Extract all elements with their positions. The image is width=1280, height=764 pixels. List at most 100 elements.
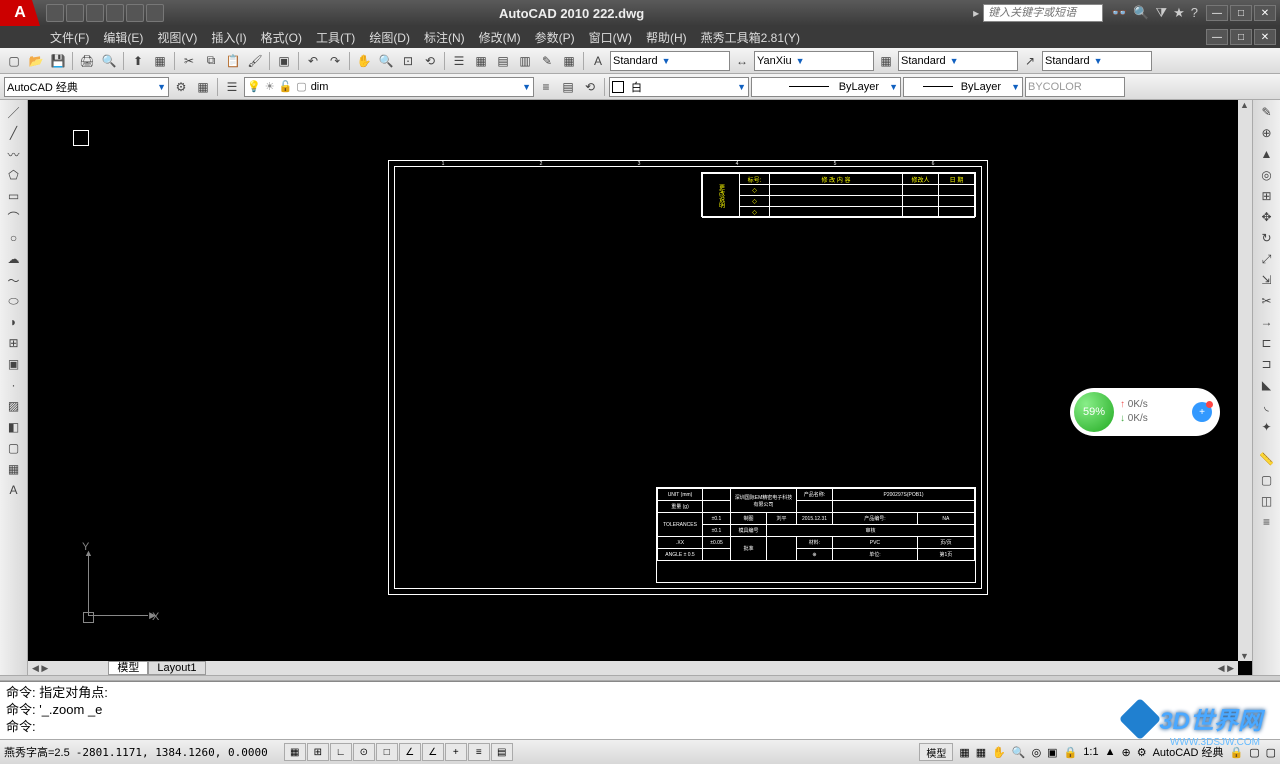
menu-dimension[interactable]: 标注(N)	[424, 29, 465, 46]
my-workspace-icon[interactable]: ▦	[193, 77, 213, 97]
cut-icon[interactable]: ✂	[179, 51, 199, 71]
binoculars-icon[interactable]: 👓	[1111, 5, 1127, 21]
wheel-icon[interactable]: ◎	[1032, 746, 1042, 759]
menu-view[interactable]: 视图(V)	[157, 29, 197, 46]
annoscale-label[interactable]: 1:1	[1083, 746, 1098, 758]
ellipsearc-icon[interactable]: ◗	[3, 312, 25, 332]
menu-window[interactable]: 窗口(W)	[589, 29, 632, 46]
color-dropdown[interactable]: 白▼	[609, 77, 749, 97]
extend-icon[interactable]: →	[1256, 312, 1278, 332]
doc-close-button[interactable]: ✕	[1254, 29, 1276, 45]
mleader-style-dropdown[interactable]: Standard▼	[1042, 51, 1152, 71]
layer-state-icon[interactable]: ≡	[536, 77, 556, 97]
layer-prev-icon[interactable]: ⟲	[580, 77, 600, 97]
menu-modify[interactable]: 修改(M)	[479, 29, 521, 46]
menu-file[interactable]: 文件(F)	[50, 29, 89, 46]
qat-new-icon[interactable]	[46, 4, 64, 22]
dimstyle-icon[interactable]: ↔	[732, 51, 752, 71]
close-button[interactable]: ✕	[1254, 5, 1276, 21]
help-icon[interactable]: ?	[1191, 5, 1198, 21]
annoauto-icon[interactable]: ⊕	[1121, 746, 1130, 759]
pan-icon[interactable]: ✋	[354, 51, 374, 71]
quickcalc-icon[interactable]: ▦	[559, 51, 579, 71]
snap-toggle[interactable]: ▦	[284, 743, 306, 761]
dcenter-icon[interactable]: ▦	[471, 51, 491, 71]
move-icon[interactable]: ✥	[1256, 207, 1278, 227]
insert-icon[interactable]: ⊞	[3, 333, 25, 353]
network-monitor-widget[interactable]: 59% ↑ 0K/s ↓ 0K/s +	[1070, 388, 1220, 436]
rotate-icon[interactable]: ↻	[1256, 228, 1278, 248]
zoom-prev-icon[interactable]: ⟲	[420, 51, 440, 71]
erase-icon[interactable]: ✎	[1256, 102, 1278, 122]
spline-icon[interactable]: 〜	[3, 270, 25, 290]
workspace-settings-icon[interactable]: ⚙	[171, 77, 191, 97]
mirror-icon[interactable]: ▲	[1256, 144, 1278, 164]
toolpal-icon[interactable]: ▤	[493, 51, 513, 71]
zoom-status-icon[interactable]: 🔍	[1012, 746, 1026, 759]
qat-save-icon[interactable]	[86, 4, 104, 22]
chamfer-icon[interactable]: ◣	[1256, 375, 1278, 395]
print-icon[interactable]: 🖨	[77, 51, 97, 71]
pan-status-icon[interactable]: ✋	[992, 746, 1006, 759]
scale-icon[interactable]: ⤢	[1256, 249, 1278, 269]
arc-icon[interactable]: ⌒	[3, 207, 25, 227]
minimize-button[interactable]: —	[1206, 5, 1228, 21]
zoom-rt-icon[interactable]: 🔍	[376, 51, 396, 71]
layer-props-icon[interactable]: ☰	[222, 77, 242, 97]
qat-undo-icon[interactable]	[106, 4, 124, 22]
sheetset-icon[interactable]: ▥	[515, 51, 535, 71]
markup-icon[interactable]: ✎	[537, 51, 557, 71]
qview-layouts-icon[interactable]: ▦	[959, 746, 969, 759]
area-icon[interactable]: ▢	[1256, 470, 1278, 490]
model-space-toggle[interactable]: 模型	[919, 743, 953, 761]
ortho-toggle[interactable]: ∟	[330, 743, 352, 761]
undo-icon[interactable]: ↶	[303, 51, 323, 71]
paste-icon[interactable]: 📋	[223, 51, 243, 71]
osnap-toggle[interactable]: □	[376, 743, 398, 761]
table-style-dropdown[interactable]: Standard▼	[898, 51, 1018, 71]
showmotion-icon[interactable]: ▣	[1047, 746, 1057, 759]
vertical-scrollbar[interactable]	[1238, 100, 1252, 661]
favorites-icon[interactable]: ★	[1173, 5, 1185, 21]
line-icon[interactable]: ／	[3, 102, 25, 122]
table-icon[interactable]: ▦	[3, 459, 25, 479]
pline-icon[interactable]: 〰	[3, 144, 25, 164]
tab-layout1[interactable]: Layout1	[148, 661, 205, 675]
explode-icon[interactable]: ✦	[1256, 417, 1278, 437]
copy2-icon[interactable]: ⊕	[1256, 123, 1278, 143]
preview-icon[interactable]: 🔍	[99, 51, 119, 71]
tab-model[interactable]: 模型	[108, 661, 148, 675]
app-logo[interactable]: A	[0, 0, 40, 26]
layer-dropdown[interactable]: 💡 ☀ 🔓 ▢ dim ▼	[244, 77, 534, 97]
menu-edit[interactable]: 编辑(E)	[103, 29, 143, 46]
clean-screen-icon[interactable]: ▢	[1266, 746, 1276, 759]
drawing-area[interactable]: Y X 123456 更改说明标号:修 改 内 容修改人日 期 ◇ ◇ ◇	[28, 100, 1252, 675]
menu-yanxiu[interactable]: 燕秀工具箱2.81(Y)	[701, 29, 800, 46]
save-icon[interactable]: 💾	[48, 51, 68, 71]
qat-open-icon[interactable]	[66, 4, 84, 22]
widget-plus-icon[interactable]: +	[1192, 402, 1212, 422]
maximize-button[interactable]: □	[1230, 5, 1252, 21]
menu-format[interactable]: 格式(O)	[261, 29, 302, 46]
new-icon[interactable]: ▢	[4, 51, 24, 71]
mleaderstyle-icon[interactable]: ↗	[1020, 51, 1040, 71]
qat-print-icon[interactable]	[146, 4, 164, 22]
point-icon[interactable]: ·	[3, 375, 25, 395]
dist-icon[interactable]: 📏	[1256, 449, 1278, 469]
menu-help[interactable]: 帮助(H)	[646, 29, 687, 46]
polygon-icon[interactable]: ⬠	[3, 165, 25, 185]
lwt-toggle[interactable]: ≡	[468, 743, 490, 761]
lineweight-dropdown[interactable]: ByLayer▼	[903, 77, 1023, 97]
doc-minimize-button[interactable]: —	[1206, 29, 1228, 45]
menu-tools[interactable]: 工具(T)	[316, 29, 355, 46]
revcloud-icon[interactable]: ☁	[3, 249, 25, 269]
menu-params[interactable]: 参数(P)	[535, 29, 575, 46]
stretch-icon[interactable]: ⇲	[1256, 270, 1278, 290]
ducs-toggle[interactable]: ∠	[422, 743, 444, 761]
qp-toggle[interactable]: ▤	[491, 743, 513, 761]
menu-draw[interactable]: 绘图(D)	[369, 29, 410, 46]
3ddwf-icon[interactable]: ▦	[150, 51, 170, 71]
region2-icon[interactable]: ◫	[1256, 491, 1278, 511]
otrack-toggle[interactable]: ∠	[399, 743, 421, 761]
workspace-gear-icon[interactable]: ⚙	[1137, 746, 1147, 759]
